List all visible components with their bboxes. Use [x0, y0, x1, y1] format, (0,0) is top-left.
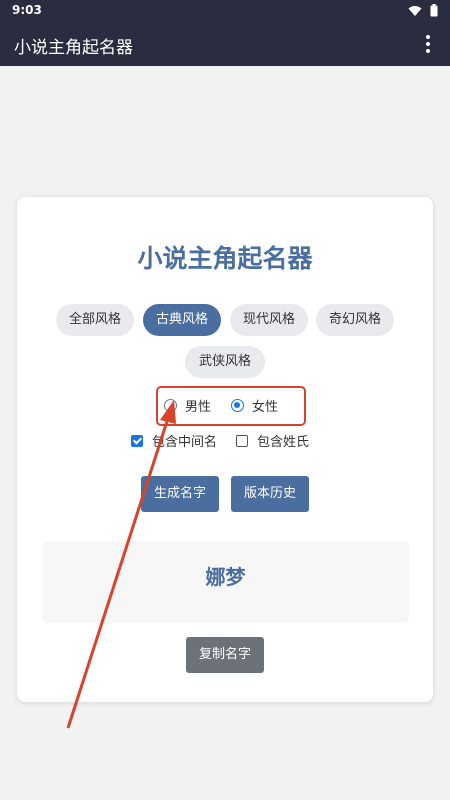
style-button-modern[interactable]: 现代风格	[230, 304, 308, 336]
battery-icon	[430, 4, 438, 17]
style-button-all[interactable]: 全部风格	[56, 304, 134, 336]
result-box: 娜梦	[42, 541, 409, 623]
middle-name-label: 包含中间名	[152, 435, 218, 450]
surname-label: 包含姓氏	[257, 435, 310, 450]
wifi-icon	[408, 5, 422, 16]
gender-female-option[interactable]: 女性	[231, 396, 278, 415]
gender-male-option[interactable]: 男性	[164, 396, 211, 415]
style-button-wuxia[interactable]: 武侠风格	[185, 346, 265, 378]
male-label: 男性	[185, 400, 212, 415]
status-icons	[408, 4, 438, 17]
name-generator-card: 小说主角起名器 全部风格 古典风格 现代风格 奇幻风格 武侠风格 男性 女性 包…	[17, 197, 433, 702]
card-title: 小说主角起名器	[137, 244, 313, 273]
female-radio[interactable]	[231, 399, 244, 412]
style-button-classical[interactable]: 古典风格	[143, 304, 221, 336]
status-bar: 9:03	[0, 0, 450, 22]
generate-name-button[interactable]: 生成名字	[141, 476, 219, 512]
female-label: 女性	[252, 400, 279, 415]
male-radio[interactable]	[164, 399, 177, 412]
middle-name-option[interactable]: 包含中间名	[131, 431, 217, 450]
surname-option[interactable]: 包含姓氏	[236, 431, 309, 450]
middle-name-checkbox[interactable]	[131, 434, 143, 447]
surname-checkbox[interactable]	[236, 434, 248, 447]
generated-name: 娜梦	[205, 565, 246, 589]
version-history-button[interactable]: 版本历史	[231, 476, 309, 512]
app-title: 小说主角起名器	[14, 38, 133, 58]
app-bar: 小说主角起名器	[0, 22, 450, 66]
status-time: 9:03	[12, 3, 42, 17]
more-vert-icon[interactable]	[414, 30, 442, 58]
style-button-fantasy[interactable]: 奇幻风格	[316, 304, 394, 336]
copy-name-button[interactable]: 复制名字	[186, 637, 264, 673]
